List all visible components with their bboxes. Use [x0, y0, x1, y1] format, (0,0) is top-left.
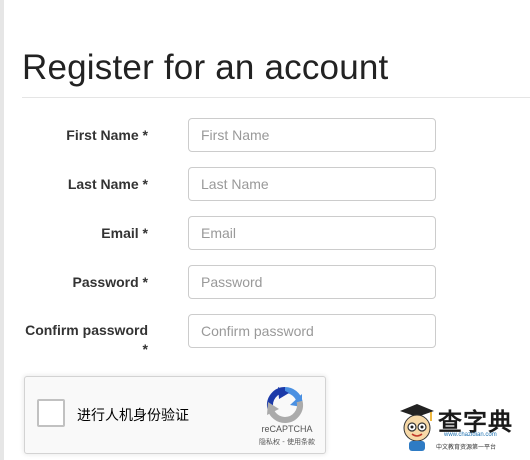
- mascot-icon: [400, 404, 434, 451]
- password-row: Password *: [0, 265, 530, 299]
- last-name-input[interactable]: [188, 167, 436, 201]
- recaptcha-brand: reCAPTCHA: [261, 424, 313, 434]
- confirm-password-input[interactable]: [188, 314, 436, 348]
- first-name-row: First Name *: [0, 118, 530, 152]
- watermark-slogan: 中文教育资源第一平台: [436, 444, 497, 451]
- confirm-password-label-text: Confirm password: [25, 322, 148, 338]
- email-row: Email *: [0, 216, 530, 250]
- recaptcha-widget: 进行人机身份验证 reCAPTCHA 隐私权 - 使用条款: [24, 376, 326, 454]
- recaptcha-checkbox[interactable]: [37, 399, 65, 427]
- password-label: Password *: [72, 274, 148, 290]
- recaptcha-terms-link[interactable]: 隐私权 - 使用条款: [243, 437, 331, 447]
- last-name-row: Last Name *: [0, 167, 530, 201]
- recaptcha-label: 进行人机身份验证: [77, 408, 189, 424]
- confirm-password-required-mark: *: [142, 341, 148, 357]
- first-name-input[interactable]: [188, 118, 436, 152]
- page-title: Register for an account: [22, 48, 389, 87]
- first-name-label: First Name *: [66, 127, 148, 143]
- confirm-password-row: Confirm password *: [0, 314, 530, 357]
- email-label: Email *: [101, 225, 148, 241]
- email-input[interactable]: [188, 216, 436, 250]
- title-divider: [22, 97, 530, 98]
- recaptcha-logo-icon: [267, 386, 303, 424]
- last-name-label: Last Name *: [67, 176, 148, 192]
- confirm-password-label: Confirm password *: [0, 321, 148, 359]
- watermark: 查字典 www.chazidian.com 中文教育资源第一平台: [396, 398, 530, 460]
- watermark-url: www.chazidian.com: [444, 432, 497, 438]
- password-input[interactable]: [188, 265, 436, 299]
